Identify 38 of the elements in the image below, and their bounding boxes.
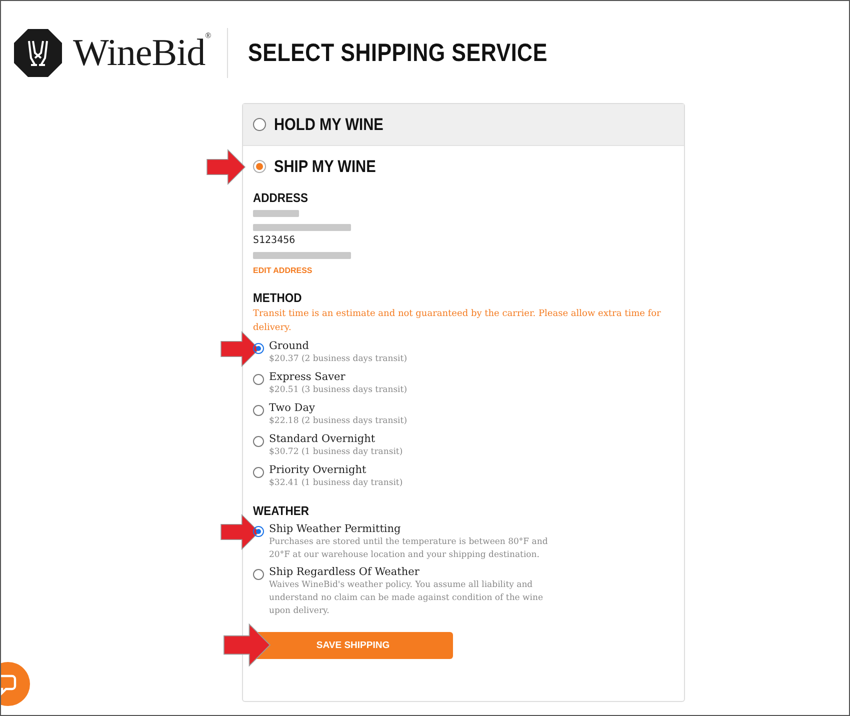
- address-line: S123456: [253, 234, 296, 248]
- radio-button[interactable]: [253, 343, 264, 354]
- arrow-icon: [221, 622, 273, 668]
- option-label: SHIP MY WINE: [274, 156, 376, 176]
- method-label: Express Saver: [269, 371, 346, 384]
- weather-label: Ship Weather Permitting: [269, 523, 402, 536]
- radio-button[interactable]: [253, 405, 264, 416]
- radio-button[interactable]: [253, 160, 266, 173]
- weather-label: Ship Regardless Of Weather: [269, 566, 420, 579]
- method-price: $20.37 (2 business days transit): [269, 353, 408, 366]
- logo-icon: [13, 28, 63, 78]
- radio-button[interactable]: [253, 374, 264, 385]
- radio-button[interactable]: [253, 467, 264, 478]
- section-heading: ADDRESS: [253, 191, 308, 205]
- radio-button[interactable]: [253, 569, 264, 580]
- method-label: Two Day: [269, 402, 316, 415]
- method-price: $20.51 (3 business days transit): [269, 384, 408, 397]
- weather-description: Waives WineBid's weather policy. You assume all liability and understand no claim can be made against condition of the wine upon delivery.: [269, 579, 544, 618]
- weather-description: Purchases are stored until the temperature is between 80°F and 20°F at our warehouse location and your shipping destination.: [269, 536, 549, 562]
- brand-name: WineBid$^{®}$: [73, 31, 211, 75]
- option-label: HOLD MY WINE: [274, 114, 384, 134]
- radio-button[interactable]: [253, 526, 264, 537]
- page-title: SELECT SHIPPING SERVICE: [248, 38, 548, 68]
- method-price: $32.41 (1 business day transit): [269, 477, 403, 490]
- method-label: Ground: [269, 340, 310, 353]
- radio-button[interactable]: [253, 118, 266, 131]
- transit-notice: Transit time is an estimate and not guaranteed by the carrier. Please allow extra time for delivery.: [253, 308, 662, 335]
- edit-address-link[interactable]: EDIT ADDRESS: [253, 266, 674, 275]
- method-label: Priority Overnight: [269, 464, 368, 477]
- arrow-icon: [205, 148, 247, 186]
- radio-button[interactable]: [253, 436, 264, 447]
- chat-icon[interactable]: [1, 661, 31, 707]
- method-price: $30.72 (1 business day transit): [269, 446, 403, 459]
- method-price: $22.18 (2 business days transit): [269, 415, 408, 428]
- section-heading: METHOD: [253, 291, 302, 305]
- section-heading: WEATHER: [253, 504, 310, 518]
- method-label: Standard Overnight: [269, 433, 376, 446]
- redacted-text: [253, 210, 299, 216]
